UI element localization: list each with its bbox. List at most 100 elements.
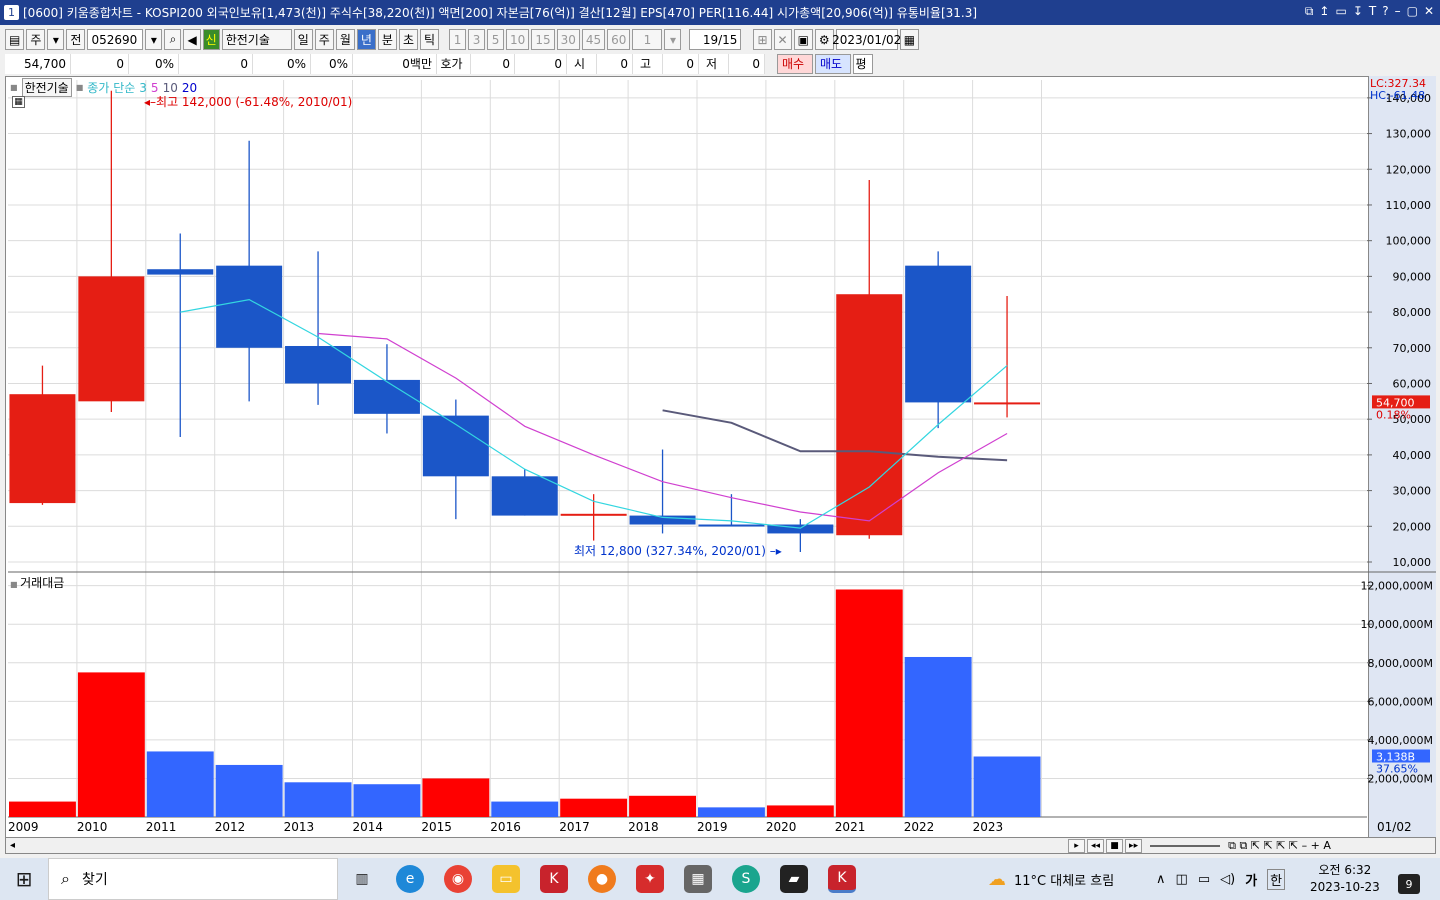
search-icon[interactable]: ⌕	[164, 29, 182, 50]
zoom-icon[interactable]: ⊞	[753, 29, 772, 50]
window-tile-icon[interactable]: ▭	[1335, 4, 1346, 19]
horizontal-scrollbar[interactable]: ◂ ▸ ◂◂ ■ ▸▸ ⧉ ⧉ ⇱ ⇱ ⇱ ⇱ – + A	[5, 837, 1436, 854]
ma-legend-label: 종가 단순	[87, 81, 136, 95]
layout-icon[interactable]: ▤	[5, 29, 25, 50]
save-icon[interactable]: ▣	[793, 29, 813, 50]
dropdown-arrow-icon[interactable]: ▾	[47, 29, 65, 50]
speaker-icon[interactable]: ◀	[183, 29, 201, 50]
zoom-slider[interactable]	[1150, 844, 1221, 847]
close-button[interactable]: ✕	[1424, 4, 1434, 19]
interval-10[interactable]: 10	[506, 29, 530, 50]
buy-button[interactable]: 매수	[777, 53, 813, 74]
stock-legend-label[interactable]: 한전기술	[21, 78, 72, 97]
price-change-pct: 0%	[129, 53, 179, 74]
stock-app-icon[interactable]: ✦	[636, 865, 664, 893]
pin-icon[interactable]: ↥	[1319, 4, 1329, 19]
zoom-tools-icon[interactable]: ⧉ ⧉ ⇱ ⇱ ⇱ ⇱ – + A	[1228, 839, 1331, 853]
font-icon[interactable]: T	[1369, 4, 1376, 19]
scroll-left-icon[interactable]: ◂	[10, 840, 15, 851]
clock-date: 2023-10-23	[1310, 880, 1380, 894]
interval-1[interactable]: 1	[449, 29, 467, 50]
notes-app-icon[interactable]: ▰	[780, 865, 808, 893]
window-titlebar: 1 [0600] 키움종합차트 - KOSPI200 외국인보유[1,473(천…	[0, 0, 1440, 25]
scroll-stop-icon[interactable]: ■	[1106, 838, 1124, 853]
eval-button[interactable]: 평	[853, 53, 873, 74]
date-input[interactable]: 2023/01/02	[832, 29, 901, 50]
stock-name: 한전기술	[221, 29, 292, 50]
meet-icon[interactable]: ◫	[1176, 872, 1188, 887]
start-windows-icon[interactable]: ⊞	[0, 867, 48, 891]
settings-gear-icon[interactable]: ⚙	[814, 29, 834, 50]
chrome-browser-icon[interactable]: ◉	[444, 865, 472, 893]
interval-5[interactable]: 5	[487, 29, 505, 50]
scroll-start-icon[interactable]: ◂◂	[1087, 838, 1105, 853]
kiwoom-app-icon[interactable]: K	[540, 865, 568, 893]
whole-button[interactable]: 전	[66, 29, 86, 50]
search-icon: ⌕	[61, 869, 70, 888]
chart-area[interactable]	[5, 76, 1436, 838]
count-input[interactable]: 1	[632, 29, 663, 50]
chart-toolbar: ▤ 주 ▾ 전 052690 ▾ ⌕ ◀ 신 한전기술 일 주 월 년 분 초 …	[5, 28, 920, 51]
ime-hangul[interactable]: 한	[1267, 868, 1286, 890]
period-second[interactable]: 초	[398, 29, 418, 50]
count-dropdown-icon[interactable]: ▾	[664, 29, 682, 50]
volume-pct: 0%	[253, 53, 311, 74]
stock-code-input[interactable]: 052690	[87, 29, 144, 50]
low-label: 저	[699, 53, 729, 74]
high-label: 고	[633, 53, 663, 74]
open-label: 시	[567, 53, 597, 74]
task-view-icon[interactable]: ▥	[348, 865, 376, 893]
period-day[interactable]: 일	[293, 29, 313, 50]
volume-icon[interactable]: ◁)	[1220, 872, 1235, 887]
notification-badge[interactable]: 9	[1398, 874, 1420, 894]
price-change: 0	[71, 53, 129, 74]
high-value: 0	[663, 53, 699, 74]
tray-chevron-icon[interactable]: ∧	[1156, 872, 1166, 887]
interval-3[interactable]: 3	[468, 29, 486, 50]
edge-browser-icon[interactable]: e	[396, 865, 424, 893]
taskbar-search-box[interactable]: ⌕ 찾기	[48, 858, 338, 900]
interval-45[interactable]: 45	[581, 29, 606, 50]
period-minute[interactable]: 분	[377, 29, 397, 50]
calendar-icon[interactable]: ▦	[899, 29, 920, 50]
search-label: 찾기	[81, 872, 108, 888]
market-select[interactable]: 주	[26, 29, 46, 50]
weather-icon[interactable]: ☁	[988, 869, 1006, 890]
weather-text[interactable]: 11°C 대체로 흐림	[1014, 870, 1114, 889]
interval-30[interactable]: 30	[556, 29, 580, 50]
page-indicator: 19/15	[689, 29, 742, 50]
calculator-icon[interactable]: ▦	[684, 865, 712, 893]
file-explorer-icon[interactable]: ▭	[492, 865, 520, 893]
low-annotation: 최저 12,800 (327.34%, 2020/01) –▸	[574, 544, 782, 558]
interval-15[interactable]: 15	[531, 29, 555, 50]
maximize-button[interactable]: ▢	[1407, 4, 1418, 19]
period-month[interactable]: 월	[335, 29, 355, 50]
crosshair-icon[interactable]: ✕	[773, 29, 792, 50]
table-icon[interactable]: ▦	[12, 96, 25, 108]
minimize-button[interactable]: –	[1395, 4, 1401, 19]
code-dropdown-icon[interactable]: ▾	[145, 29, 163, 50]
scroll-next-icon[interactable]: ▸	[1068, 838, 1085, 853]
interval-60[interactable]: 60	[607, 29, 631, 50]
clock[interactable]: 오전 6:32 2023-10-23	[1310, 862, 1380, 896]
teal-app-icon[interactable]: S	[732, 865, 760, 893]
network-icon[interactable]: ▭	[1198, 872, 1210, 887]
period-week[interactable]: 주	[314, 29, 334, 50]
kakao-app-icon[interactable]: ●	[588, 865, 616, 893]
period-tick[interactable]: 틱	[420, 29, 440, 50]
volume-legend: ■ 거래대금	[10, 576, 65, 590]
ime-mode[interactable]: 가	[1245, 870, 1257, 889]
low-value: 0	[729, 53, 765, 74]
windows-taskbar: ⊞ ⌕ 찾기 ▥ e ◉ ▭ K ● ✦ ▦ S ▰ K ☁ 11°C 대체로 …	[0, 858, 1440, 900]
sell-button[interactable]: 매도	[815, 53, 851, 74]
volume-legend-label[interactable]: 거래대금	[20, 576, 64, 590]
window-restore-icon[interactable]: ⧉	[1305, 4, 1314, 19]
unpin-icon[interactable]: ↧	[1353, 4, 1363, 19]
volume: 0	[179, 53, 253, 74]
quote-value-2: 0	[515, 53, 567, 74]
new-listing-badge: 신	[202, 29, 220, 50]
help-icon[interactable]: ?	[1382, 4, 1388, 19]
period-year[interactable]: 년	[356, 29, 376, 50]
scroll-end-icon[interactable]: ▸▸	[1125, 838, 1143, 853]
kiwoom-active-icon[interactable]: K	[828, 865, 856, 893]
